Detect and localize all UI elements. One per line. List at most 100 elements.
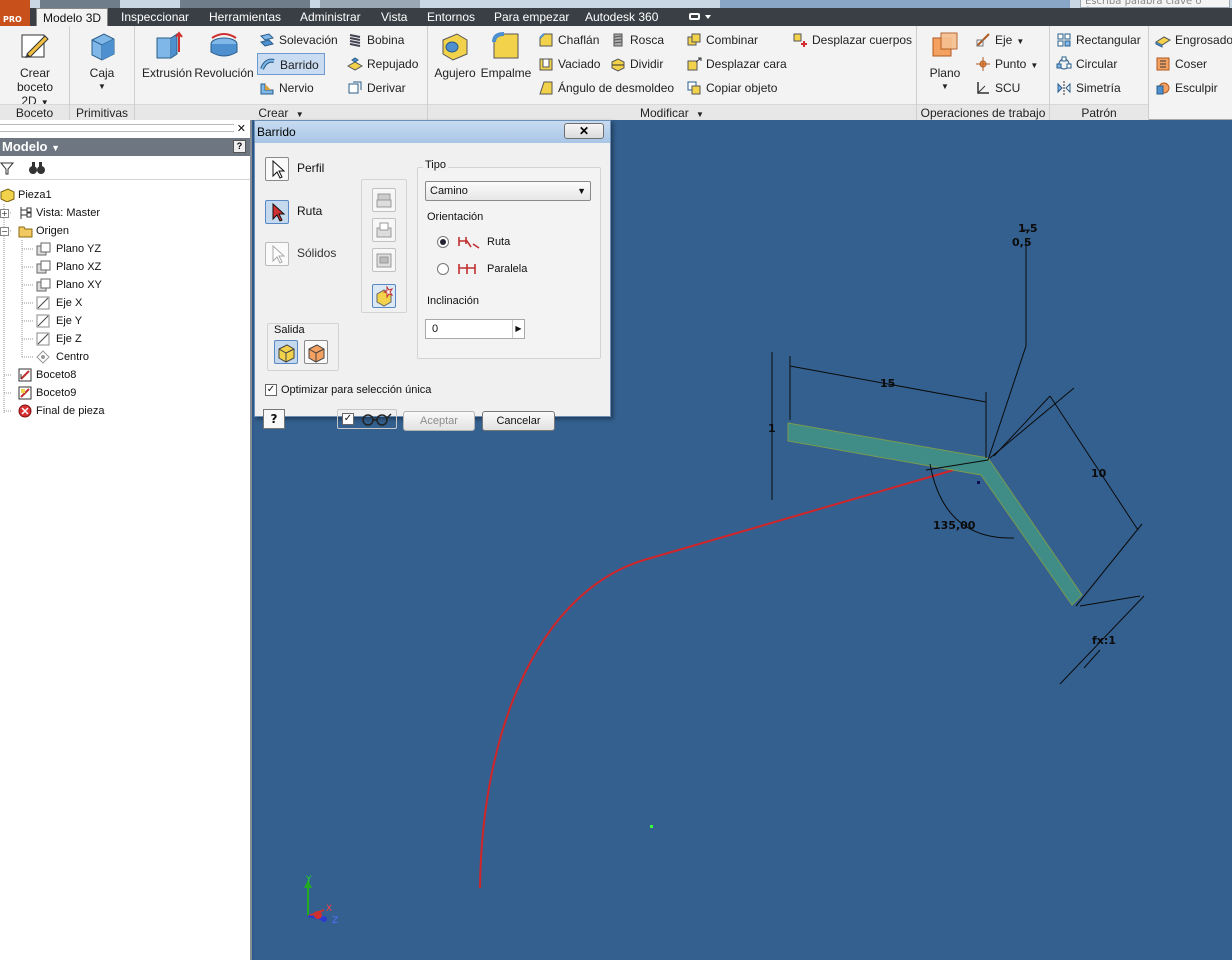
collapse-toggle[interactable]: −: [0, 227, 9, 236]
simetria-button[interactable]: Simetría: [1054, 77, 1121, 99]
nervio-button[interactable]: Nervio: [257, 77, 314, 99]
dim-angle[interactable]: 135,00: [933, 519, 976, 532]
eje-button[interactable]: Eje ▼: [973, 29, 1024, 51]
barrido-button[interactable]: Barrido: [257, 53, 325, 75]
optimizar-checkbox-row[interactable]: ✓ Optimizar para selección única: [265, 383, 431, 399]
cut-button[interactable]: [372, 218, 396, 242]
dim-length-10[interactable]: 10: [1091, 467, 1107, 480]
tree-item-plano-xz[interactable]: Plano XZ: [36, 258, 101, 276]
intersect-button[interactable]: [372, 248, 396, 272]
desplazar-cuerpos-button[interactable]: Desplazar cuerpos: [790, 29, 912, 51]
crear-boceto-2d-button[interactable]: Crear boceto 2D ▼: [2, 30, 68, 110]
group-modificar-label[interactable]: Modificar ▼: [428, 104, 916, 120]
dim-fx-1[interactable]: fx:1: [1092, 634, 1116, 647]
punto-button[interactable]: Punto ▼: [973, 53, 1038, 75]
tree-item-eje-y[interactable]: Eje Y: [36, 312, 82, 330]
sweep-path-curve[interactable]: [479, 459, 989, 889]
tree-item-eje-x[interactable]: Eje X: [36, 294, 82, 312]
dialog-title-bar[interactable]: Barrido ✕: [255, 121, 610, 143]
expand-toggle[interactable]: +: [0, 209, 9, 218]
perfil-select-button[interactable]: [265, 157, 289, 181]
tree-item-plano-xy[interactable]: Plano XY: [36, 276, 102, 294]
help-icon[interactable]: ?: [233, 140, 246, 153]
vaciado-button[interactable]: Vaciado: [536, 53, 600, 75]
bobina-button[interactable]: Bobina: [345, 29, 404, 51]
chevron-right-icon[interactable]: ▶: [512, 320, 524, 338]
combinar-button[interactable]: Combinar: [684, 29, 758, 51]
close-icon[interactable]: ✕: [237, 122, 246, 135]
sketch-point[interactable]: [977, 481, 980, 484]
dim-thickness-1[interactable]: 1: [768, 422, 776, 435]
ribbon-options-icon[interactable]: [688, 11, 714, 23]
tree-item-origen[interactable]: Origen: [14, 222, 69, 240]
tab-administrar[interactable]: Administrar: [294, 8, 367, 26]
rosca-button[interactable]: Rosca: [608, 29, 664, 51]
close-button[interactable]: ✕: [564, 123, 604, 139]
rectangular-button[interactable]: Rectangular: [1054, 29, 1141, 51]
plano-button[interactable]: Plano ▼: [923, 30, 967, 94]
quick-access-toolbar[interactable]: [40, 0, 120, 8]
angulo-desmoldeo-button[interactable]: Ángulo de desmoldeo: [536, 77, 674, 99]
join-button[interactable]: [372, 188, 396, 212]
ruta-radio[interactable]: [437, 236, 449, 248]
tree-item-eje-z[interactable]: Eje Z: [36, 330, 82, 348]
preview-checkbox[interactable]: ✓: [342, 413, 354, 425]
optimizar-checkbox[interactable]: ✓: [265, 384, 277, 396]
browser-grip[interactable]: [0, 124, 234, 132]
tab-modelo-3d[interactable]: Modelo 3D: [36, 8, 109, 26]
dim-0-5[interactable]: 0,5: [1012, 236, 1032, 249]
copiar-objeto-button[interactable]: Copiar objeto: [684, 77, 777, 99]
tab-entornos[interactable]: Entornos: [421, 8, 481, 26]
output-surface-button[interactable]: [304, 340, 328, 364]
filter-icon[interactable]: [0, 161, 15, 178]
origin-point[interactable]: [650, 825, 653, 828]
sweep-profile[interactable]: [787, 422, 1083, 606]
paralela-radio[interactable]: [437, 263, 449, 275]
dim-1-5[interactable]: 1,5: [1018, 222, 1038, 235]
tab-inspeccionar[interactable]: Inspeccionar: [115, 8, 195, 26]
agujero-button[interactable]: Agujero: [430, 30, 480, 80]
tree-item-boceto8[interactable]: Boceto8: [18, 366, 76, 384]
tipo-dropdown[interactable]: Camino ▼: [425, 181, 591, 201]
new-solid-button[interactable]: [372, 284, 396, 308]
application-menu-button[interactable]: PRO: [0, 8, 30, 26]
dim-length-15[interactable]: 15: [880, 377, 895, 390]
tree-item-final-de-pieza[interactable]: Final de pieza: [18, 402, 105, 420]
repujado-button[interactable]: Repujado: [345, 53, 418, 75]
coser-button[interactable]: Coser: [1153, 53, 1207, 75]
preview-toggle[interactable]: ✓: [337, 409, 397, 429]
tab-para-empezar[interactable]: Para empezar: [488, 8, 575, 26]
find-binoculars-icon[interactable]: [28, 160, 46, 179]
scu-button[interactable]: SCU: [973, 77, 1020, 99]
solevacion-button[interactable]: Solevación: [257, 29, 338, 51]
help-button[interactable]: ?: [263, 409, 285, 429]
esculpir-button[interactable]: Esculpir: [1153, 77, 1218, 99]
tree-item-pieza1[interactable]: Pieza1: [0, 186, 52, 204]
cancelar-button[interactable]: Cancelar: [482, 411, 555, 431]
tree-item-vista-master[interactable]: Vista: Master: [14, 204, 100, 222]
browser-header[interactable]: Modelo ▼ ?: [0, 138, 250, 156]
tree-item-boceto9[interactable]: Boceto9: [18, 384, 76, 402]
tab-vista[interactable]: Vista: [375, 8, 413, 26]
output-solid-button[interactable]: [274, 340, 298, 364]
quick-access-toolbar-3[interactable]: [320, 0, 420, 8]
aceptar-button[interactable]: Aceptar: [403, 411, 475, 431]
search-input[interactable]: Escriba palabra clave o frase: [1080, 0, 1230, 8]
chaflan-button[interactable]: Chaflán: [536, 29, 599, 51]
ruta-select-button[interactable]: [265, 200, 289, 224]
solidos-select-button[interactable]: [265, 242, 289, 266]
circular-button[interactable]: Circular: [1054, 53, 1117, 75]
tab-autodesk-360[interactable]: Autodesk 360: [579, 8, 664, 26]
caja-button[interactable]: Caja ▼: [80, 30, 124, 94]
tab-herramientas[interactable]: Herramientas: [203, 8, 287, 26]
tree-item-plano-yz[interactable]: Plano YZ: [36, 240, 101, 258]
tree-item-centro[interactable]: Centro: [36, 348, 89, 366]
revolucion-button[interactable]: Revolución: [193, 30, 255, 80]
empalme-button[interactable]: Empalme: [480, 30, 532, 80]
inclinacion-input[interactable]: 0 ▶: [425, 319, 525, 339]
group-crear-label[interactable]: Crear ▼: [135, 104, 427, 120]
engrosado-button[interactable]: Engrosado: [1153, 29, 1232, 51]
extrusion-button[interactable]: Extrusión: [139, 30, 195, 80]
quick-access-toolbar-2[interactable]: [180, 0, 310, 8]
dividir-button[interactable]: Dividir: [608, 53, 663, 75]
